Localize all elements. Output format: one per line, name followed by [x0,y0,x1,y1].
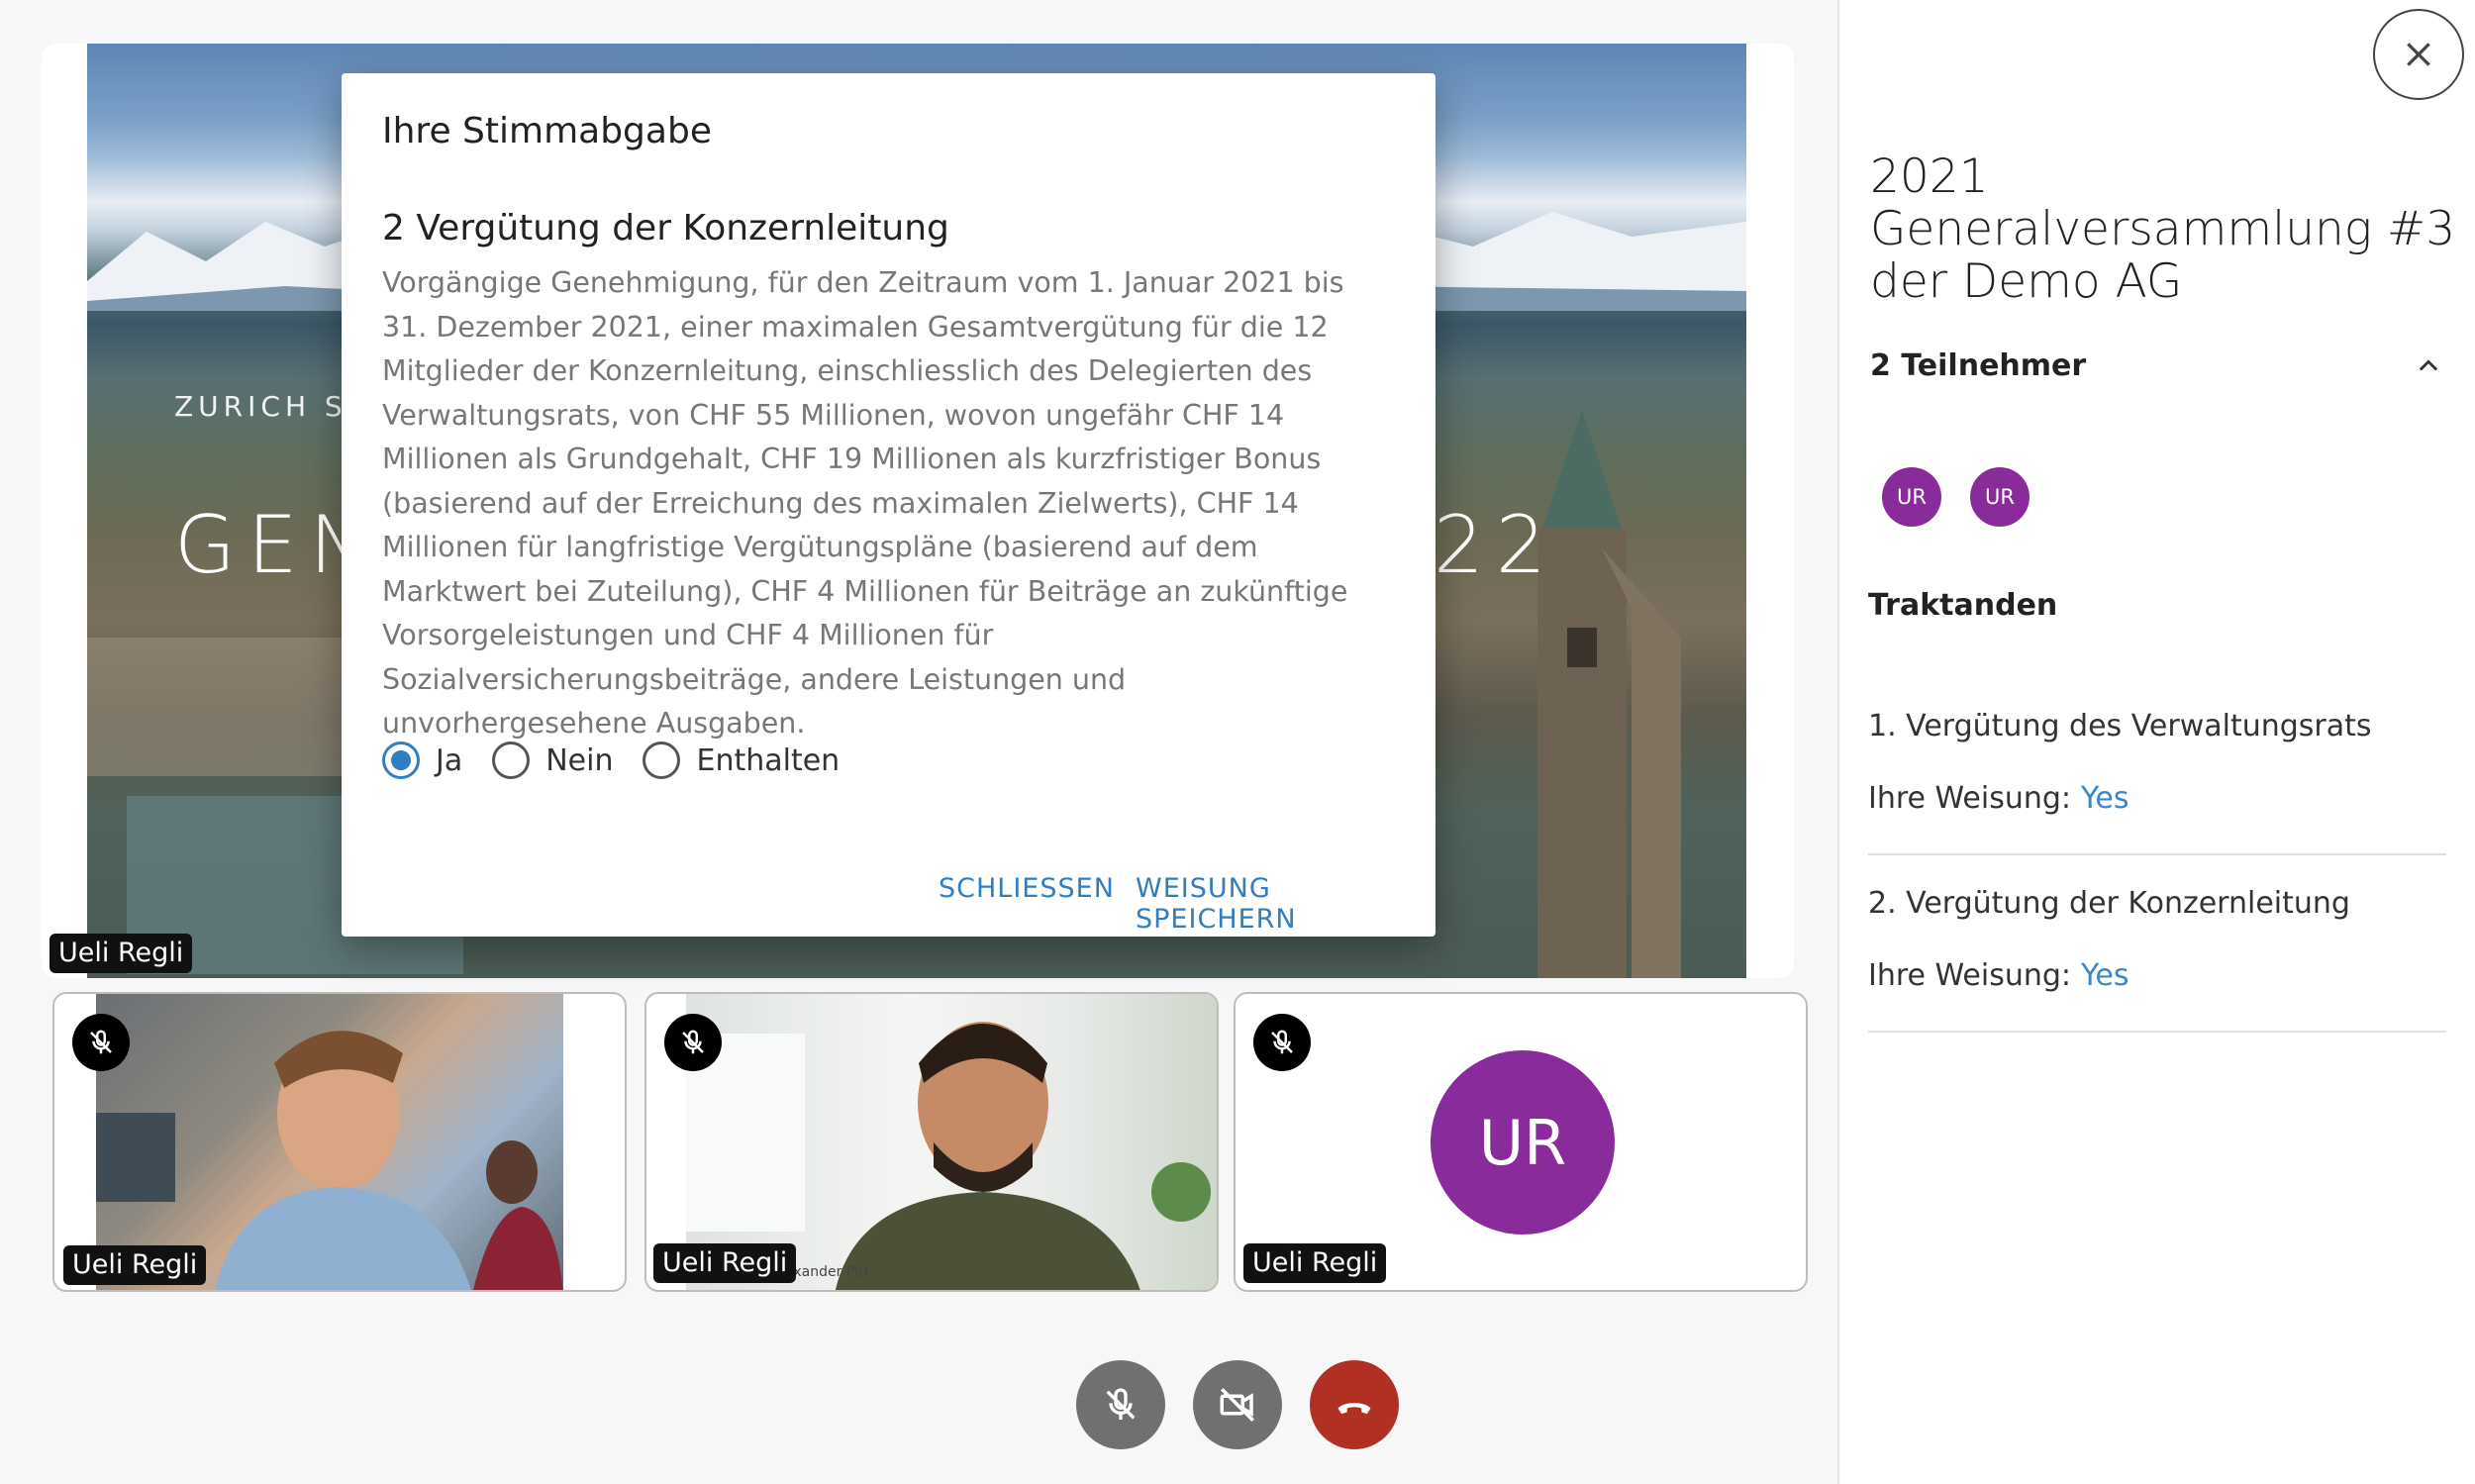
agenda-item-title: 1. Vergütung des Verwaltungsrats [1868,709,2372,743]
close-sidebar-button[interactable] [2373,9,2464,100]
close-dialog-button[interactable]: SCHLIESSEN [939,873,1115,904]
muted-mic-icon [664,1014,722,1071]
vote-option-label: Ja [436,742,463,778]
instruction-value: Yes [2081,781,2129,816]
video-off-icon [1220,1388,1254,1422]
radio-checked-icon[interactable] [382,742,420,779]
agenda-item-description: Vorgängige Genehmigung, für den Zeitraum… [382,266,1348,740]
participants-toggle[interactable]: 2 Teilnehmer [1870,348,2442,383]
vote-option-label: Enthalten [696,742,841,778]
radio-unchecked-icon[interactable] [643,742,681,779]
agenda-instruction: Ihre Weisung: Yes [1868,958,2446,993]
agenda-item-title: 2 Vergütung der Konzernleitung [382,208,949,248]
participant-name: Ueli Regli [653,1243,797,1283]
instruction-value: Yes [2081,958,2129,993]
presentation-title-suffix: 22 [1434,499,1558,591]
vote-options: Ja Nein Enthalten [382,742,869,779]
participant-avatar[interactable]: UR [1882,467,1941,527]
dialog-title: Ihre Stimmabgabe [382,111,712,151]
mic-off-icon [1106,1388,1136,1420]
hangup-button[interactable] [1310,1360,1399,1449]
participant-tile[interactable]: exander Pitt Ueli Regli [644,992,1219,1292]
participant-avatar: UR [1431,1050,1615,1235]
agenda-heading: Traktanden [1868,588,2058,623]
meeting-sidebar: 2021 Generalversammlung #3 der Demo AG 2… [1837,0,2475,1484]
participant-avatar[interactable]: UR [1970,467,2030,527]
participant-name: Ueli Regli [1243,1243,1387,1283]
video-watermark: exander Pitt [785,1264,869,1280]
participant-tile[interactable]: UR Ueli Regli [1234,992,1808,1292]
speaker-name-tag: Ueli Regli [50,934,193,973]
participant-tile[interactable]: Ueli Regli [52,992,627,1292]
meeting-title: 2021 Generalversammlung #3 der Demo AG [1870,149,2456,309]
agenda-item[interactable]: 1. Vergütung des Verwaltungsrats Ihre We… [1868,709,2446,855]
instruction-label: Ihre Weisung: [1868,958,2072,993]
vote-dialog: Ihre Stimmabgabe 2 Vergütung der Konzern… [342,73,1436,937]
vote-option-label: Nein [545,742,614,778]
close-icon [2407,43,2430,66]
chevron-up-icon[interactable] [2415,352,2442,380]
participant-name: Ueli Regli [63,1245,207,1285]
save-instruction-button[interactable]: WEISUNG SPEICHERN [1136,873,1436,935]
agenda-item-title: 2. Vergütung der Konzernleitung [1868,886,2350,921]
vote-option-ja[interactable]: Ja [382,742,462,779]
radio-unchecked-icon[interactable] [492,742,531,779]
instruction-label: Ihre Weisung: [1868,781,2072,816]
participants-count: 2 Teilnehmer [1870,348,2087,383]
vote-option-nein[interactable]: Nein [492,742,613,779]
agenda-instruction: Ihre Weisung: Yes [1868,781,2446,816]
toggle-mic-button[interactable] [1076,1360,1165,1449]
phone-hangup-icon [1337,1403,1371,1415]
clock-tower [1537,410,1681,978]
muted-mic-icon [72,1014,130,1071]
agenda-item[interactable]: 2. Vergütung der Konzernleitung Ihre Wei… [1868,886,2446,1033]
muted-mic-icon [1253,1014,1311,1071]
video-stage: ZURICH SH GEN 22 Ueli Regli Ueli Regli e… [0,0,1837,1484]
toggle-camera-button[interactable] [1193,1360,1282,1449]
vote-option-enthalten[interactable]: Enthalten [643,742,840,779]
